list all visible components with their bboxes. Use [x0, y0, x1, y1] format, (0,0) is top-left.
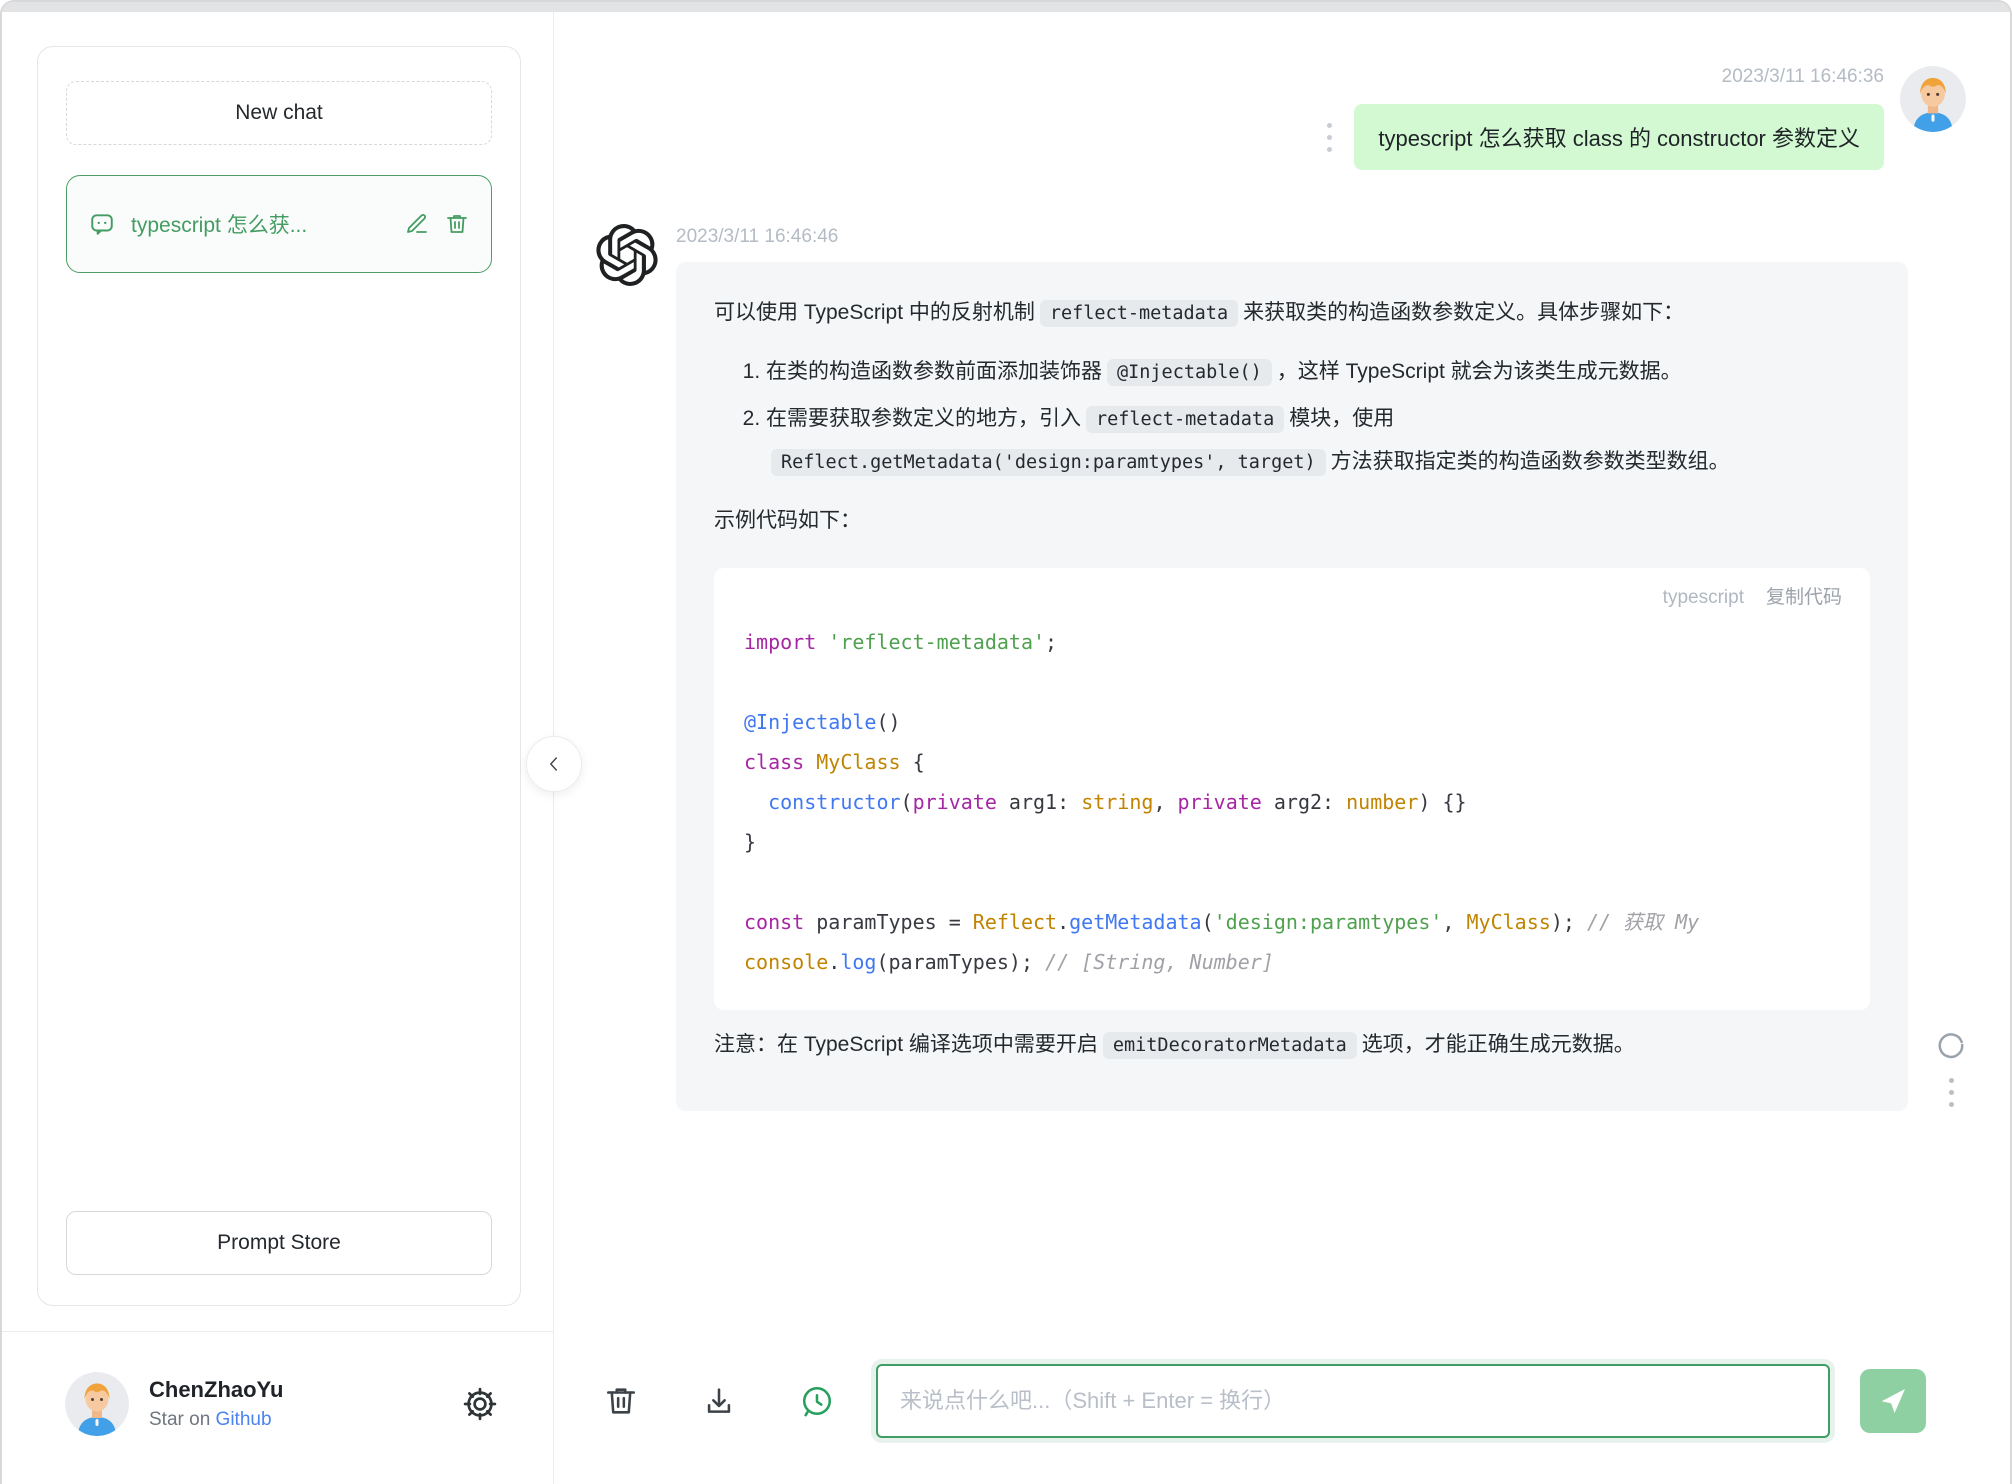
chat-list-empty-space [66, 273, 492, 1211]
copy-code-button[interactable]: 复制代码 [1766, 586, 1842, 610]
chat-history-icon [802, 1386, 832, 1417]
sidebar: New chat typescript 怎么获... Prompt Store … [2, 12, 554, 1484]
chevron-left-icon [550, 757, 558, 771]
chatgpt-web-app: New chat typescript 怎么获... Prompt Store … [0, 0, 2012, 1484]
list-item: 在需要获取参数定义的地方，引入reflect-metadata模块，使用Refl… [766, 398, 1870, 484]
trash-icon [606, 1388, 636, 1414]
refresh-icon [1938, 1033, 1964, 1059]
code-language-label: typescript [1662, 587, 1744, 608]
inline-code: emitDecoratorMetadata [1102, 1032, 1357, 1059]
chat-bubble-icon [91, 214, 113, 235]
user-avatar [1900, 66, 1966, 132]
composer-bar [554, 1334, 2010, 1484]
inline-code: reflect-metadata [1086, 406, 1285, 433]
user-avatar [65, 1372, 129, 1436]
export-chat-button[interactable] [700, 1382, 738, 1420]
send-button[interactable] [1860, 1369, 1926, 1433]
answer-intro: 可以使用 TypeScript 中的反射机制 reflect-metadata 来获… [714, 292, 1870, 335]
assistant-message: 2023/3/11 16:46:46 可以使用 TypeScript 中的反射机… [596, 222, 1966, 1111]
list-item: 在类的构造函数参数前面添加装饰器@Injectable()，这样 TypeScr… [766, 351, 1870, 394]
user-message-bubble: typescript 怎么获取 class 的 constructor 参数定义 [1354, 104, 1884, 170]
user-message-timestamp: 2023/3/11 16:46:36 [1721, 66, 1884, 87]
answer-note: 注意：在 TypeScript 编译选项中需要开启 emitDecoratorMe… [714, 1024, 1870, 1067]
answer-steps: 在类的构造函数参数前面添加装饰器@Injectable()，这样 TypeScr… [714, 351, 1870, 484]
chat-list-panel: New chat typescript 怎么获... Prompt Store [37, 46, 521, 1306]
openai-logo [596, 222, 658, 1111]
code-content: import 'reflect-metadata'; @Injectable()… [744, 630, 1700, 974]
conversation-title: typescript 怎么获... [131, 214, 308, 237]
user-name: ChenZhaoYu [149, 1377, 284, 1402]
inline-code: @Injectable() [1107, 359, 1272, 386]
window-top-edge [2, 2, 2010, 12]
assistant-message-bubble: 可以使用 TypeScript 中的反射机制 reflect-metadata 来获… [676, 262, 1908, 1111]
clear-conversation-button[interactable] [602, 1382, 640, 1420]
chat-main: 2023/3/11 16:46:36 typescript 怎么获取 class… [554, 12, 2010, 1484]
inline-code: Reflect.getMetadata('design:paramtypes',… [771, 449, 1326, 476]
message-scroll-area[interactable]: 2023/3/11 16:46:36 typescript 怎么获取 class… [554, 12, 2010, 1334]
message-options-button[interactable] [1327, 122, 1333, 152]
sidebar-item-conversation[interactable]: typescript 怎么获... [66, 175, 492, 273]
gear-icon [463, 1387, 497, 1421]
delete-conversation-icon[interactable] [445, 212, 469, 236]
inline-code: reflect-metadata [1039, 300, 1239, 327]
message-options-button[interactable] [1948, 1078, 1954, 1107]
paper-plane-icon [1881, 1389, 1905, 1413]
sidebar-collapse-button[interactable] [526, 736, 582, 792]
regenerate-button[interactable] [1936, 1030, 1966, 1060]
edit-conversation-icon[interactable] [405, 212, 429, 236]
sidebar-footer: ChenZhaoYu Star on Github [2, 1331, 553, 1484]
assistant-message-timestamp: 2023/3/11 16:46:46 [676, 226, 839, 247]
answer-example-label: 示例代码如下： [714, 509, 861, 532]
github-link[interactable]: Github [216, 1409, 272, 1430]
settings-button[interactable] [461, 1385, 499, 1423]
star-on-github: Star on Github [149, 1409, 272, 1430]
chat-history-button[interactable] [798, 1382, 836, 1420]
new-chat-button[interactable]: New chat [66, 81, 492, 145]
prompt-store-button[interactable]: Prompt Store [66, 1211, 492, 1275]
user-message: 2023/3/11 16:46:36 typescript 怎么获取 class… [596, 66, 1966, 170]
download-icon [707, 1388, 731, 1413]
code-block: typescript 复制代码 import 'reflect-metadata… [714, 568, 1870, 1010]
message-input[interactable] [876, 1364, 1830, 1438]
